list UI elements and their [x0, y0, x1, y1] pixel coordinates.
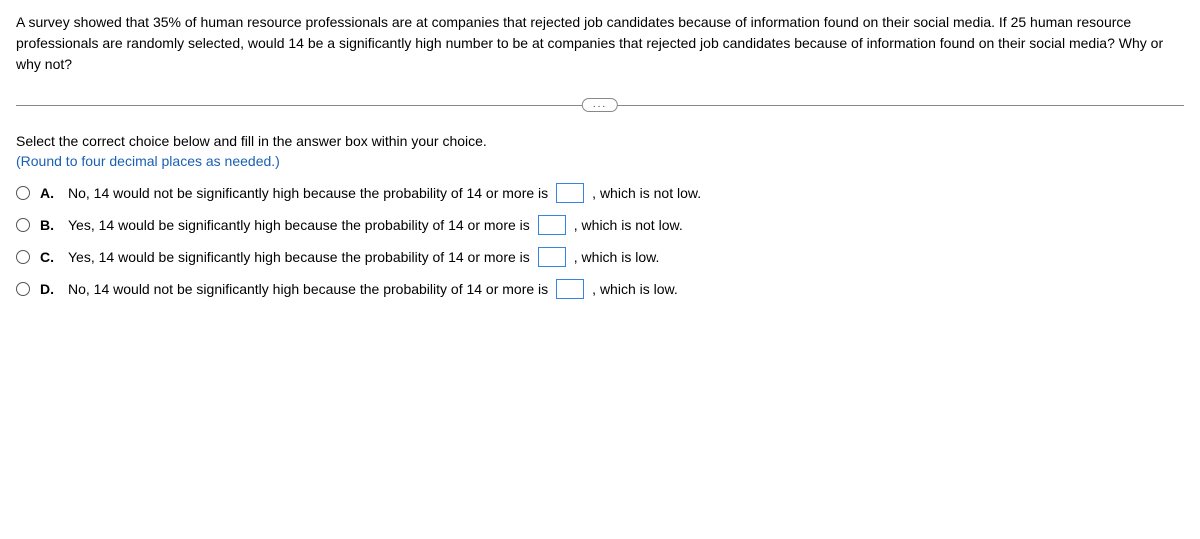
section-divider: ...	[16, 95, 1184, 115]
radio-b[interactable]	[16, 218, 30, 232]
choice-text-d-post: , which is low.	[592, 281, 678, 297]
choice-text-b-pre: Yes, 14 would be significantly high beca…	[68, 217, 530, 233]
radio-a[interactable]	[16, 186, 30, 200]
radio-d[interactable]	[16, 282, 30, 296]
choice-text-b-post: , which is not low.	[574, 217, 683, 233]
choice-c[interactable]: C. Yes, 14 would be significantly high b…	[16, 247, 1184, 267]
choice-letter-c: C.	[40, 249, 56, 265]
choice-letter-d: D.	[40, 281, 56, 297]
answer-input-c[interactable]	[538, 247, 566, 267]
choice-d[interactable]: D. No, 14 would not be significantly hig…	[16, 279, 1184, 299]
radio-c[interactable]	[16, 250, 30, 264]
choice-text-c-pre: Yes, 14 would be significantly high beca…	[68, 249, 530, 265]
expand-pill[interactable]: ...	[582, 98, 618, 112]
choice-text-d-pre: No, 14 would not be significantly high b…	[68, 281, 548, 297]
answer-input-d[interactable]	[556, 279, 584, 299]
choice-text-a-post: , which is not low.	[592, 185, 701, 201]
answer-input-b[interactable]	[538, 215, 566, 235]
instruction-text: Select the correct choice below and fill…	[16, 133, 1184, 149]
answer-input-a[interactable]	[556, 183, 584, 203]
choice-b[interactable]: B. Yes, 14 would be significantly high b…	[16, 215, 1184, 235]
choice-a[interactable]: A. No, 14 would not be significantly hig…	[16, 183, 1184, 203]
choice-text-c-post: , which is low.	[574, 249, 660, 265]
choices-group: A. No, 14 would not be significantly hig…	[16, 183, 1184, 299]
rounding-note: (Round to four decimal places as needed.…	[16, 153, 1184, 169]
choice-letter-a: A.	[40, 185, 56, 201]
question-text: A survey showed that 35% of human resour…	[16, 12, 1184, 75]
choice-letter-b: B.	[40, 217, 56, 233]
choice-text-a-pre: No, 14 would not be significantly high b…	[68, 185, 548, 201]
